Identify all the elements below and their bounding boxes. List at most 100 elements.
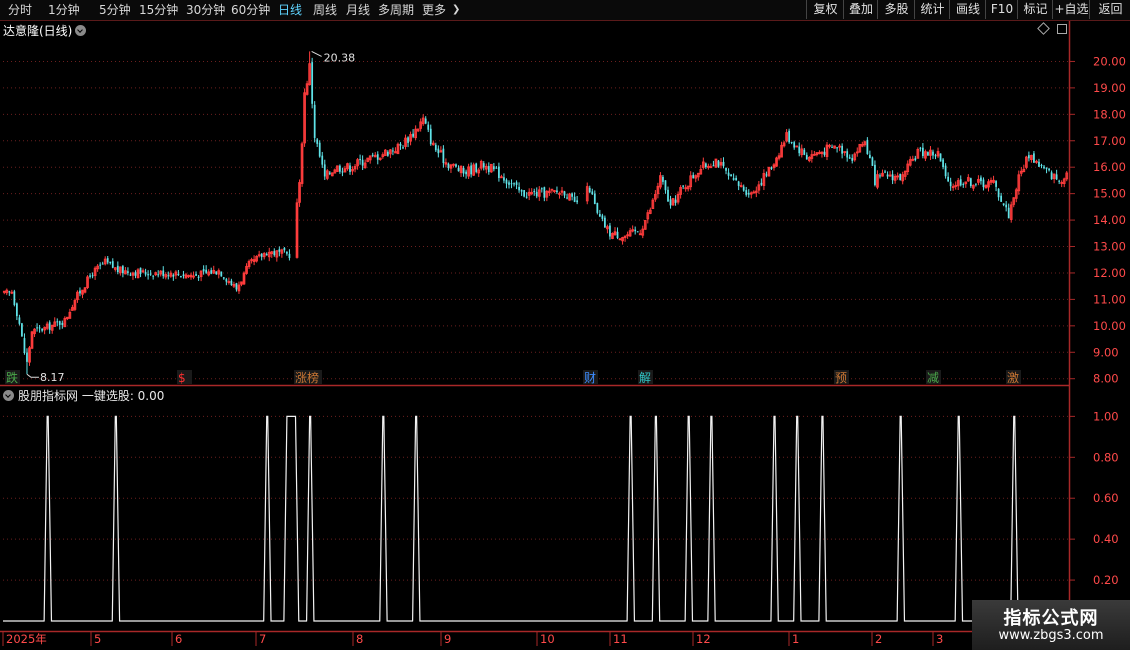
- dropdown-chevron-icon[interactable]: [75, 25, 87, 36]
- candle-body: [604, 217, 606, 228]
- candle-body: [515, 182, 518, 185]
- candle-body: [475, 163, 478, 172]
- candle-body: [704, 163, 707, 168]
- time-tick-label: 10: [540, 632, 555, 646]
- candle-body: [588, 187, 591, 193]
- candle-body: [949, 181, 952, 187]
- candle-body: [508, 182, 510, 185]
- stock-chart[interactable]: 20.388.17 8.009.0010.0011.0012.0013.0014…: [0, 0, 1130, 650]
- chart-grid: [3, 60, 1068, 581]
- toolbar-button-7[interactable]: +自选: [1052, 0, 1090, 19]
- period-tab-9[interactable]: 多周期: [378, 2, 414, 18]
- candle-body: [121, 266, 124, 274]
- candle-body: [596, 203, 599, 213]
- stock-title[interactable]: 达意隆(日线): [3, 22, 87, 39]
- toolbar-button-1[interactable]: 叠加: [843, 0, 878, 19]
- candle-body: [836, 147, 838, 149]
- candle-body: [942, 159, 944, 168]
- toolbar-button-4[interactable]: 画线: [949, 0, 986, 19]
- candle-body: [573, 196, 576, 202]
- period-tab-3[interactable]: 15分钟: [139, 2, 178, 18]
- period-tab-1[interactable]: 1分钟: [48, 2, 80, 18]
- price-tick-label: 20.00: [1093, 54, 1126, 68]
- candle-body: [682, 185, 685, 187]
- candle-body: [407, 137, 409, 143]
- candle-body: [510, 183, 513, 185]
- candle-body: [922, 147, 924, 156]
- candle-body: [636, 231, 639, 233]
- toolbar-button-3[interactable]: 统计: [914, 0, 950, 19]
- candle-body: [793, 142, 796, 148]
- time-tick-label: 6: [175, 632, 182, 646]
- candle-body: [747, 192, 750, 195]
- period-tab-0[interactable]: 分时: [8, 2, 32, 18]
- candle-body: [927, 152, 929, 156]
- candle-body: [919, 147, 922, 149]
- candle-body: [288, 253, 291, 259]
- candle-body: [197, 276, 200, 278]
- candle-body: [21, 323, 23, 337]
- candlestick-series: 20.38 8.17: [2, 50, 1069, 384]
- toolbar-button-0[interactable]: 复权: [806, 0, 844, 19]
- candle-body: [465, 171, 467, 175]
- candle-body: [576, 200, 579, 203]
- toolbar-button-2[interactable]: 多股: [877, 0, 915, 19]
- candle-body: [152, 275, 155, 277]
- candle-body: [543, 187, 546, 198]
- period-tab-4[interactable]: 30分钟: [186, 2, 225, 18]
- candle-body: [283, 247, 286, 251]
- candle-body: [995, 181, 997, 187]
- time-tick-label: 9: [444, 632, 451, 646]
- candle-body: [997, 188, 1000, 198]
- toolbar-button-8[interactable]: 返回: [1089, 0, 1130, 19]
- period-tab-10[interactable]: 更多: [422, 2, 446, 18]
- candle-body: [692, 174, 695, 179]
- candle-body: [457, 167, 460, 172]
- candle-body: [225, 279, 228, 282]
- candle-body: [823, 151, 826, 155]
- candle-body: [316, 139, 319, 144]
- period-tab-8[interactable]: 月线: [346, 2, 370, 18]
- candle-body: [455, 164, 457, 167]
- time-tick-label: 5: [94, 632, 101, 646]
- period-tab-6[interactable]: 日线: [278, 2, 302, 18]
- price-tick-label: 11.00: [1093, 292, 1126, 306]
- price-tick-label: 14.00: [1093, 213, 1126, 227]
- candle-body: [932, 151, 934, 156]
- window-square-icon[interactable]: [1057, 24, 1067, 34]
- candle-body: [717, 160, 720, 167]
- candle-body: [341, 171, 344, 173]
- candle-body: [210, 270, 213, 274]
- indicator-title[interactable]: 股朋指标网 一键选股: 0.00: [3, 387, 164, 404]
- candle-body: [982, 179, 985, 188]
- candle-body: [149, 273, 152, 275]
- candle-body: [101, 263, 104, 265]
- candle-body: [147, 274, 149, 276]
- candle-body: [1033, 153, 1035, 163]
- high-pointer: [311, 50, 322, 57]
- candle-body: [182, 274, 185, 276]
- dropdown-chevron-icon[interactable]: [3, 390, 14, 401]
- candle-body: [8, 291, 11, 293]
- time-tick-label: 2: [875, 632, 882, 646]
- candle-body: [1045, 167, 1048, 169]
- candle-body: [944, 165, 947, 177]
- toolbar-button-5[interactable]: F10: [985, 0, 1018, 19]
- candle-body: [487, 166, 490, 173]
- candle-body: [725, 167, 727, 171]
- candle-body: [399, 143, 402, 146]
- candle-body: [89, 275, 91, 277]
- more-chevron-icon[interactable]: ❯: [452, 2, 460, 18]
- candle-body: [492, 166, 495, 170]
- period-tab-5[interactable]: 60分钟: [231, 2, 270, 18]
- period-tab-7[interactable]: 周线: [313, 2, 337, 18]
- time-tick-label: 8: [356, 632, 363, 646]
- price-tick-label: 17.00: [1093, 134, 1126, 148]
- candle-body: [215, 271, 218, 275]
- candle-body: [505, 179, 508, 184]
- candle-body: [914, 158, 917, 161]
- toolbar-button-6[interactable]: 标记: [1017, 0, 1053, 19]
- candle-body: [969, 178, 972, 187]
- candle-body: [361, 159, 364, 166]
- period-tab-2[interactable]: 5分钟: [99, 2, 131, 18]
